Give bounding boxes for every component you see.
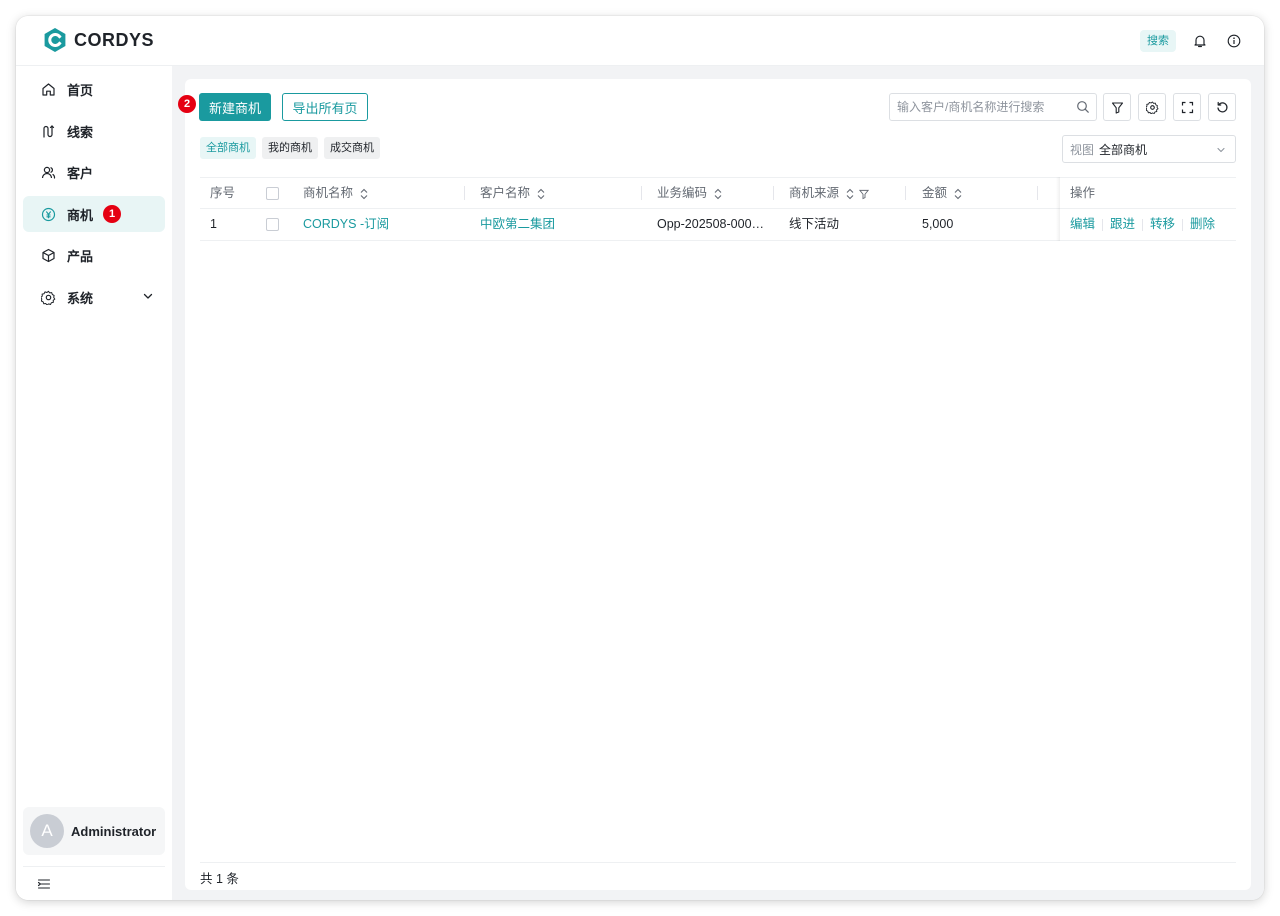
logo[interactable]: CORDYS xyxy=(42,27,154,53)
step-badge: 2 xyxy=(178,95,196,113)
header-ops: 操作 xyxy=(1070,186,1096,200)
refresh-button[interactable] xyxy=(1208,93,1236,121)
search-icon[interactable] xyxy=(1076,100,1090,114)
cordys-logo-icon xyxy=(44,28,66,52)
settings-icon xyxy=(40,289,56,305)
transfer-action[interactable]: 转移 xyxy=(1150,217,1175,231)
row-index: 1 xyxy=(210,217,217,231)
view-select[interactable]: 视图 全部商机 xyxy=(1062,135,1236,163)
divider xyxy=(1102,218,1104,231)
divider xyxy=(1142,218,1144,231)
sort-icon xyxy=(537,188,545,199)
select-all-checkbox[interactable] xyxy=(266,187,279,200)
info-icon[interactable] xyxy=(1224,31,1244,51)
step-badge: 1 xyxy=(103,205,122,223)
global-search-button[interactable]: 搜索 xyxy=(1140,30,1176,52)
sidebar-item-label: 商机 xyxy=(67,207,94,223)
sidebar-item-home[interactable]: 首页 xyxy=(23,71,165,107)
sidebar-item-label: 线索 xyxy=(67,124,94,140)
sidebar: 首页 线索 客户 商机 1 产品 系统 A Administrator xyxy=(16,66,172,900)
header-customer-label: 客户名称 xyxy=(480,186,531,200)
refresh-icon xyxy=(1216,101,1228,112)
sidebar-item-label: 产品 xyxy=(67,248,94,264)
main-content: 2 新建商机 导出所有页 全部商机 我的商机 成交商机 视图 全部商机 序号 商… xyxy=(178,79,1251,890)
column-divider xyxy=(1037,186,1038,200)
customer-name-link[interactable]: 中欧第二集团 xyxy=(480,209,555,239)
table-header: 序号 商机名称 客户名称 业务编码 商机来源 金额 操作 xyxy=(200,177,1236,209)
tab-won-opportunities[interactable]: 成交商机 xyxy=(324,137,380,159)
row-checkbox[interactable] xyxy=(266,218,279,231)
sort-icon xyxy=(360,188,368,199)
product-icon xyxy=(40,247,56,263)
column-divider xyxy=(905,186,906,200)
column-divider xyxy=(773,186,774,200)
sidebar-item-label: 客户 xyxy=(67,165,94,181)
delete-action[interactable]: 删除 xyxy=(1190,217,1215,231)
filter-icon xyxy=(1111,101,1123,114)
search-input[interactable] xyxy=(897,100,1069,114)
row-actions: 编辑 跟进 转移 删除 xyxy=(1070,209,1215,239)
new-opportunity-button[interactable]: 新建商机 xyxy=(199,93,271,121)
opportunity-icon xyxy=(40,206,56,222)
customer-icon xyxy=(40,164,56,180)
divider xyxy=(1182,218,1184,231)
user-name: Administrator xyxy=(71,823,157,839)
edit-action[interactable]: 编辑 xyxy=(1070,217,1095,231)
header-code-label: 业务编码 xyxy=(657,186,708,200)
export-all-pages-button[interactable]: 导出所有页 xyxy=(282,93,368,121)
header-amount-label: 金额 xyxy=(922,186,948,200)
header-index: 序号 xyxy=(210,186,236,200)
column-settings-button[interactable] xyxy=(1138,93,1166,121)
user-profile[interactable]: A Administrator xyxy=(23,807,165,855)
sort-icon xyxy=(846,188,854,199)
divider xyxy=(23,866,165,867)
sidebar-item-customers[interactable]: 客户 xyxy=(23,154,165,190)
header-customer[interactable]: 客户名称 xyxy=(480,178,546,208)
chevron-down-icon[interactable] xyxy=(141,289,155,303)
bell-icon[interactable] xyxy=(1190,31,1210,51)
filter-icon[interactable] xyxy=(859,188,870,200)
search-box xyxy=(889,93,1097,121)
column-divider xyxy=(641,186,642,200)
home-icon xyxy=(40,81,56,97)
divider xyxy=(200,862,1236,863)
sidebar-item-label: 首页 xyxy=(67,82,94,98)
sidebar-item-label: 系统 xyxy=(67,290,94,306)
top-bar: CORDYS 搜索 xyxy=(16,16,1264,66)
table-row[interactable]: 1 CORDYS -订阅 中欧第二集团 Opp-202508-000… 线下活动… xyxy=(200,209,1236,241)
view-select-value: 全部商机 xyxy=(1099,142,1148,157)
opportunity-name-link[interactable]: CORDYS -订阅 xyxy=(303,209,389,239)
brand-name: CORDYS xyxy=(74,29,155,50)
sort-icon xyxy=(954,188,962,199)
view-select-prefix: 视图 xyxy=(1070,142,1095,157)
header-source-label: 商机来源 xyxy=(789,186,840,200)
fixed-column-shadow xyxy=(1056,177,1060,241)
header-amount[interactable]: 金额 xyxy=(922,178,963,208)
opportunity-source: 线下活动 xyxy=(789,217,840,231)
chevron-down-icon xyxy=(1217,147,1225,153)
filter-button[interactable] xyxy=(1103,93,1131,121)
amount: 5,000 xyxy=(922,217,954,231)
sort-icon xyxy=(714,188,722,199)
header-code[interactable]: 业务编码 xyxy=(657,178,723,208)
gear-icon xyxy=(1145,101,1158,114)
collapse-sidebar-icon[interactable] xyxy=(37,877,51,891)
column-divider xyxy=(464,186,465,200)
header-source[interactable]: 商机来源 xyxy=(789,178,870,208)
header-name-label: 商机名称 xyxy=(303,186,354,200)
sidebar-item-products[interactable]: 产品 xyxy=(23,237,165,273)
sidebar-item-system[interactable]: 系统 xyxy=(23,279,165,315)
business-code: Opp-202508-000… xyxy=(657,217,765,231)
tab-all-opportunities[interactable]: 全部商机 xyxy=(200,137,256,159)
avatar: A xyxy=(30,814,64,848)
tab-my-opportunities[interactable]: 我的商机 xyxy=(262,137,318,159)
leads-icon xyxy=(40,123,56,139)
fullscreen-icon xyxy=(1181,101,1193,113)
follow-up-action[interactable]: 跟进 xyxy=(1110,217,1135,231)
header-name[interactable]: 商机名称 xyxy=(303,178,369,208)
fullscreen-button[interactable] xyxy=(1173,93,1201,121)
total-count: 共 1 条 xyxy=(200,872,239,886)
sidebar-item-leads[interactable]: 线索 xyxy=(23,113,165,149)
sidebar-item-opportunities[interactable]: 商机 1 xyxy=(23,196,165,232)
